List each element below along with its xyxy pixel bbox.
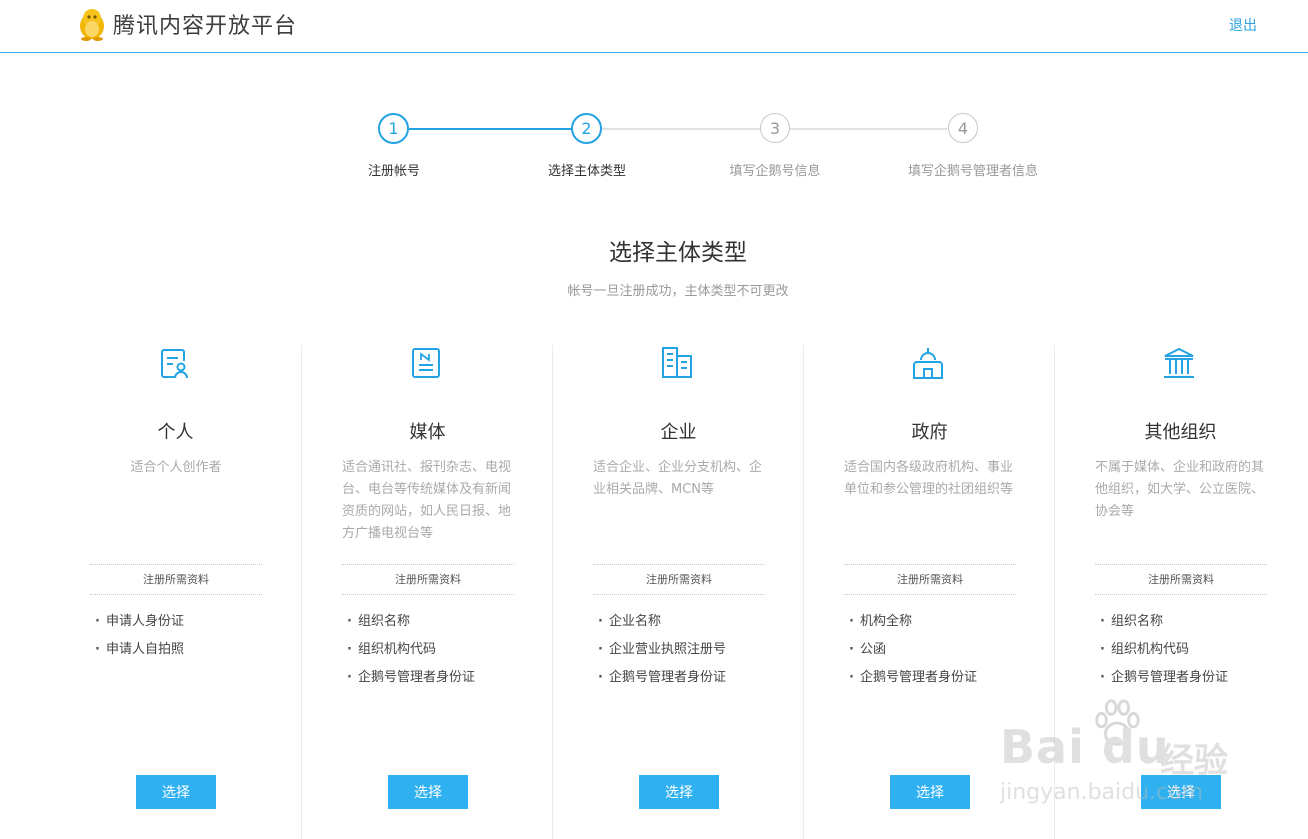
requirement-item: 公函 (849, 639, 977, 667)
card-title: 媒体 (409, 422, 446, 443)
requirement-item: 企鹅号管理者身份证 (1100, 667, 1228, 695)
requirement-item: 申请人自拍照 (95, 639, 184, 667)
requirement-item: 组织名称 (1100, 611, 1228, 639)
requirements-heading: 注册所需资料 (342, 564, 514, 595)
card-description: 适合企业、企业分支机构、企业相关品牌、MCN等 (593, 460, 763, 497)
institution-icon (1161, 345, 1197, 381)
requirements-list: 申请人身份证 申请人自拍照 (95, 611, 184, 667)
card-title: 个人 (157, 422, 194, 443)
card-description: 不属于媒体、企业和政府的其他组织，如大学、公立医院、协会等 (1095, 460, 1265, 519)
logout-link[interactable]: 退出 (1229, 15, 1257, 35)
requirement-item: 机构全称 (849, 611, 977, 639)
baidu-jingyan-watermark: Bai du 经验 jingyan.baidu.com (1000, 695, 1245, 815)
card-title: 企业 (660, 422, 697, 443)
step-3-label: 填写企鹅号信息 (729, 164, 821, 179)
requirement-item: 企鹅号管理者身份证 (849, 667, 977, 695)
page-title: 选择主体类型 (609, 240, 747, 266)
step-connector-1 (409, 128, 572, 130)
select-enterprise-button[interactable]: 选择 (639, 775, 719, 809)
card-enterprise: 企业 适合企业、企业分支机构、企业相关品牌、MCN等 注册所需资料 企业名称 企… (552, 345, 803, 839)
requirements-heading: 注册所需资料 (90, 564, 262, 595)
step-connector-3 (790, 128, 947, 130)
requirement-item: 组织机构代码 (347, 639, 475, 667)
penguin-logo-icon (80, 9, 104, 41)
requirement-item: 企业营业执照注册号 (598, 639, 726, 667)
building-icon (659, 345, 695, 381)
requirements-list: 企业名称 企业营业执照注册号 企鹅号管理者身份证 (598, 611, 726, 695)
requirements-list: 组织名称 组织机构代码 企鹅号管理者身份证 (1100, 611, 1228, 695)
card-media: 媒体 适合通讯社、报刊杂志、电视台、电台等传统媒体及有新闻资质的网站，如人民日报… (301, 345, 552, 839)
requirement-item: 企鹅号管理者身份证 (598, 667, 726, 695)
requirements-heading: 注册所需资料 (844, 564, 1016, 595)
requirement-item: 申请人身份证 (95, 611, 184, 639)
card-description: 适合个人创作者 (130, 460, 222, 475)
step-4-circle: 4 (948, 113, 978, 143)
step-2-circle: 2 (571, 113, 602, 144)
requirements-heading: 注册所需资料 (1095, 564, 1267, 595)
card-title: 其他组织 (1144, 422, 1217, 443)
step-connector-2 (602, 128, 760, 130)
requirements-list: 机构全称 公函 企鹅号管理者身份证 (849, 611, 977, 695)
card-description: 适合国内各级政府机构、事业单位和参公管理的社团组织等 (844, 460, 1014, 497)
requirement-item: 企业名称 (598, 611, 726, 639)
brand-logo[interactable]: 腾讯内容开放平台 (77, 6, 297, 42)
requirement-item: 组织机构代码 (1100, 639, 1228, 667)
select-personal-button[interactable]: 选择 (136, 775, 216, 809)
requirement-item: 企鹅号管理者身份证 (347, 667, 475, 695)
card-personal: 个人 适合个人创作者 注册所需资料 申请人身份证 申请人自拍照 选择 (50, 345, 301, 839)
requirements-heading: 注册所需资料 (593, 564, 765, 595)
step-4-label: 填写企鹅号管理者信息 (907, 164, 1038, 179)
card-description: 适合通讯社、报刊杂志、电视台、电台等传统媒体及有新闻资质的网站，如人民日报、地方… (342, 460, 512, 541)
registration-stepper: 1 2 3 4 注册帐号 选择主体类型 填写企鹅号信息 填写企鹅号管理者信息 (0, 110, 1308, 190)
step-2-label: 选择主体类型 (547, 164, 626, 179)
requirement-item: 组织名称 (347, 611, 475, 639)
requirements-list: 组织名称 组织机构代码 企鹅号管理者身份证 (347, 611, 475, 695)
select-media-button[interactable]: 选择 (388, 775, 468, 809)
newspaper-icon (408, 345, 444, 381)
card-title: 政府 (911, 422, 948, 443)
brand-name: 腾讯内容开放平台 (113, 14, 298, 39)
step-1-label: 注册帐号 (367, 164, 420, 179)
person-card-icon (156, 345, 192, 381)
government-icon (910, 345, 946, 381)
watermark-jingyan-text: 经验 (1160, 741, 1228, 781)
step-1-circle: 1 (378, 113, 409, 144)
watermark-baidu-text: Bai du (1000, 720, 1170, 774)
step-3-circle: 3 (760, 113, 790, 143)
top-header: 腾讯内容开放平台 退出 (0, 0, 1308, 53)
watermark-url-text: jingyan.baidu.com (1000, 780, 1204, 805)
select-government-button[interactable]: 选择 (890, 775, 970, 809)
page-subtitle: 帐号一旦注册成功，主体类型不可更改 (567, 284, 789, 299)
